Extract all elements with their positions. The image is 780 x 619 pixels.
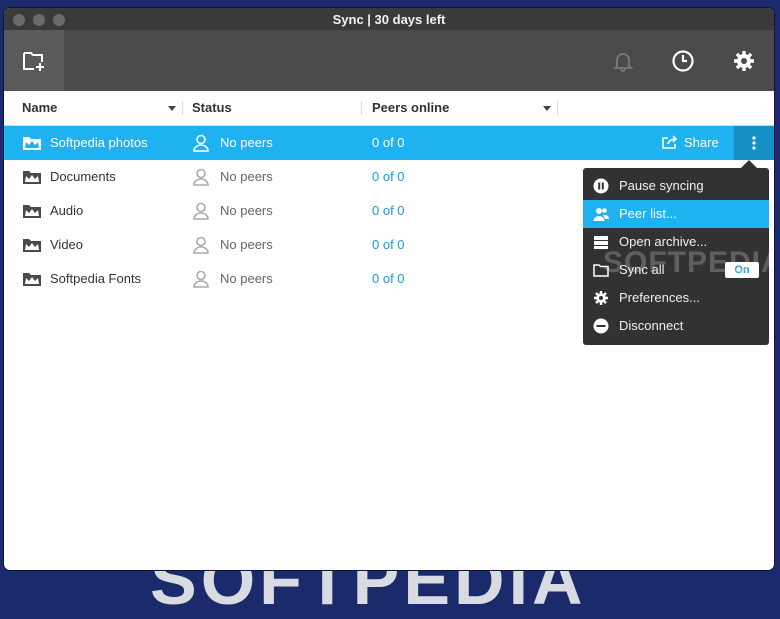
column-divider[interactable] — [361, 101, 362, 115]
menu-item-sync-all[interactable]: Sync all On — [583, 256, 769, 284]
minus-circle-icon — [593, 318, 609, 334]
menu-item-disconnect[interactable]: Disconnect — [583, 312, 769, 340]
folder-name: Documents — [50, 169, 116, 184]
bell-icon — [612, 53, 634, 72]
peers-online-link[interactable]: 0 of 0 — [372, 228, 405, 262]
folder-icon — [23, 239, 41, 252]
folder-status: No peers — [220, 169, 273, 184]
folder-context-menu: Pause syncing Peer list... Open archive.… — [583, 160, 774, 345]
share-button[interactable]: Share — [662, 126, 719, 160]
user-icon — [193, 134, 209, 152]
menu-item-label: Disconnect — [619, 318, 684, 333]
menu-item-label: Pause syncing — [619, 178, 704, 193]
folder-name: Video — [50, 237, 84, 252]
share-icon — [662, 135, 678, 149]
archive-icon — [593, 234, 609, 250]
more-options-button[interactable] — [734, 126, 774, 160]
column-header-peers[interactable]: Peers online — [372, 91, 449, 125]
clock-icon — [672, 50, 694, 72]
peers-online-link[interactable]: 0 of 0 — [372, 126, 405, 160]
more-vertical-icon — [752, 136, 756, 150]
add-folder-icon — [23, 51, 44, 71]
column-header-status[interactable]: Status — [192, 91, 232, 125]
users-icon — [593, 206, 609, 222]
folder-icon — [23, 137, 41, 150]
sync-all-toggle[interactable]: On — [725, 262, 759, 278]
zoom-window-button[interactable] — [53, 14, 65, 26]
peers-chevron-down-icon[interactable] — [543, 106, 551, 111]
pause-icon — [593, 178, 609, 194]
user-icon — [193, 168, 209, 186]
gear-icon — [593, 290, 609, 306]
peers-online-link[interactable]: 0 of 0 — [372, 262, 405, 296]
folder-status: No peers — [220, 237, 273, 252]
column-divider[interactable] — [182, 101, 183, 115]
folder-status: No peers — [220, 135, 273, 150]
folder-status: No peers — [220, 203, 273, 218]
add-folder-button[interactable] — [4, 30, 64, 91]
menu-item-label: Peer list... — [619, 206, 677, 221]
window-title: Sync | 30 days left — [332, 12, 446, 27]
folder-icon — [23, 273, 41, 286]
history-button[interactable] — [670, 48, 696, 74]
share-label: Share — [684, 135, 719, 150]
user-icon — [193, 270, 209, 288]
title-bar: Sync | 30 days left — [4, 8, 774, 30]
folder-name: Softpedia Fonts — [50, 271, 142, 286]
menu-item-label: Sync all — [619, 262, 665, 277]
sort-name-chevron-icon[interactable] — [168, 106, 176, 111]
menu-item-open-archive[interactable]: Open archive... — [583, 228, 769, 256]
peers-online-link[interactable]: 0 of 0 — [372, 160, 405, 194]
folder-row[interactable]: Softpedia photos No peers 0 of 0 Share — [4, 126, 774, 160]
menu-item-peer-list[interactable]: Peer list... — [583, 200, 769, 228]
peers-online-link[interactable]: 0 of 0 — [372, 194, 405, 228]
user-icon — [193, 202, 209, 220]
notifications-button[interactable] — [610, 48, 636, 74]
folder-icon — [593, 262, 609, 278]
close-window-button[interactable] — [13, 14, 25, 26]
menu-item-pause-syncing[interactable]: Pause syncing — [583, 172, 769, 200]
menu-item-preferences[interactable]: Preferences... — [583, 284, 769, 312]
folder-status: No peers — [220, 271, 273, 286]
folder-icon — [23, 205, 41, 218]
minimize-window-button[interactable] — [33, 14, 45, 26]
folder-name: Audio — [50, 203, 84, 218]
menu-item-label: Open archive... — [619, 234, 708, 249]
table-header: Name Status Peers online — [4, 91, 774, 126]
column-divider[interactable] — [557, 101, 558, 115]
gear-icon — [734, 51, 754, 71]
folder-name: Softpedia photos — [50, 135, 148, 150]
app-window: Sync | 30 days left Name Status Peers on… — [4, 8, 774, 570]
column-header-name[interactable]: Name — [22, 91, 57, 125]
settings-button[interactable] — [731, 48, 757, 74]
menu-item-label: Preferences... — [619, 290, 700, 305]
user-icon — [193, 236, 209, 254]
folder-icon — [23, 171, 41, 184]
toolbar — [4, 30, 774, 91]
